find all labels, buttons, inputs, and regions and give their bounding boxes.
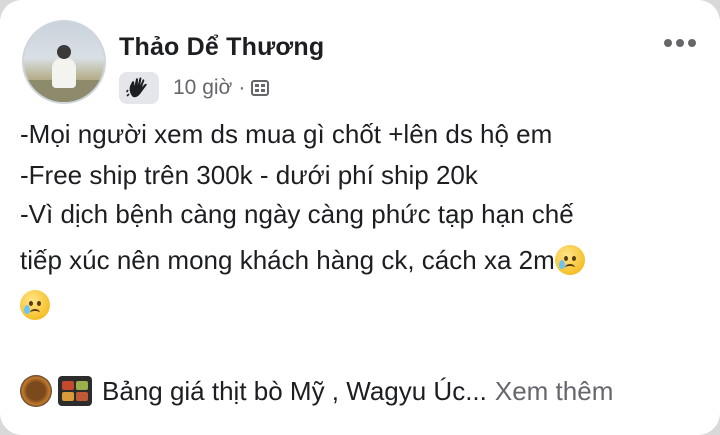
dot bbox=[676, 39, 684, 47]
bento-box-icon bbox=[58, 376, 92, 406]
sad-sweat-emoji bbox=[554, 245, 585, 275]
food-plate-icon bbox=[20, 375, 52, 407]
post-text-line-4-text: tiếp xúc nên mong khách hàng ck, cách xa… bbox=[20, 245, 555, 275]
raised-hand-icon[interactable] bbox=[119, 72, 159, 104]
post-text-line-2: -Free ship trên 300k - dưới phí ship 20k bbox=[20, 160, 478, 190]
post-meta: 10 giờ · bbox=[119, 72, 271, 104]
more-options-icon[interactable] bbox=[664, 36, 700, 50]
sad-sweat-emoji bbox=[20, 290, 50, 320]
post-text-line-3: -Vì dịch bệnh càng ngày càng phức tạp hạ… bbox=[20, 199, 574, 229]
avatar-figure-body bbox=[52, 58, 76, 88]
meta-separator: · bbox=[238, 76, 246, 99]
post-time[interactable]: 10 giờ bbox=[173, 76, 232, 100]
friends-list-icon[interactable] bbox=[251, 78, 271, 98]
post-text-line-4: tiếp xúc nên mong khách hàng ck, cách xa… bbox=[20, 245, 585, 276]
post-text-line-1: -Mọi người xem ds mua gì chốt +lên ds hộ… bbox=[20, 119, 553, 149]
shared-title: Bảng giá thịt bò Mỹ , Wagyu Úc... bbox=[102, 375, 487, 406]
post-card: Thảo Dể Thương 10 giờ · -Mọi người xem d… bbox=[0, 0, 720, 435]
shared-preview: Bảng giá thịt bò Mỹ , Wagyu Úc... Xem th… bbox=[20, 373, 613, 409]
author-avatar[interactable] bbox=[22, 20, 106, 104]
author-name[interactable]: Thảo Dể Thương bbox=[119, 33, 324, 62]
see-more-link[interactable]: Xem thêm bbox=[495, 376, 614, 407]
avatar-figure-head bbox=[57, 45, 71, 59]
dot bbox=[688, 39, 696, 47]
post-text-line-5 bbox=[20, 290, 50, 321]
dot bbox=[664, 39, 672, 47]
